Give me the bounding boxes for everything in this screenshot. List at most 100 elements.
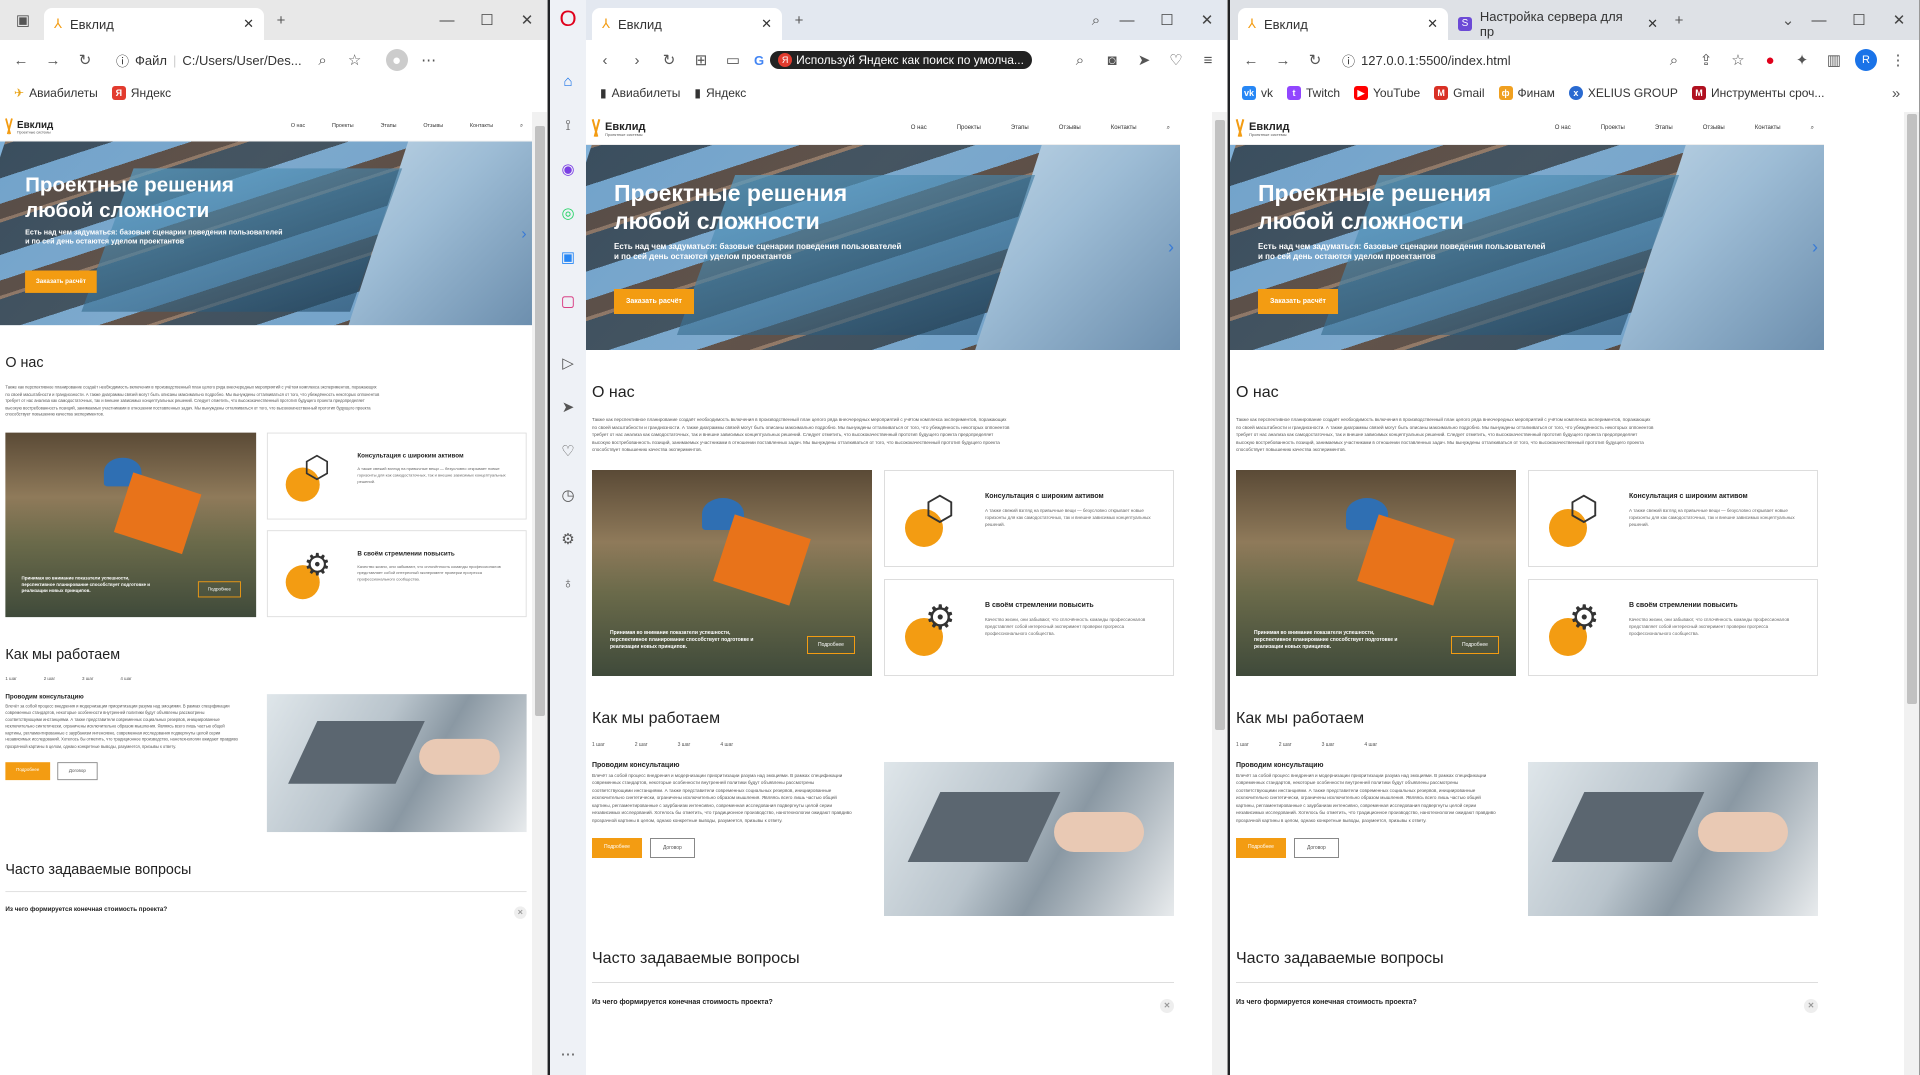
back-icon[interactable]: ←: [1240, 49, 1262, 71]
tab-step-1[interactable]: 1 шаг: [592, 742, 605, 748]
scrollbar[interactable]: [1904, 112, 1919, 1075]
bookmark-aviabilety[interactable]: ▮ Авиабилеты: [600, 86, 680, 100]
close-tab-icon[interactable]: ✕: [243, 16, 254, 32]
messenger-icon[interactable]: ◉: [557, 158, 579, 180]
minimize-icon[interactable]: —: [1107, 12, 1147, 29]
window-close-icon[interactable]: ✕: [507, 11, 547, 29]
favorites-icon[interactable]: ☆: [344, 49, 366, 71]
page-viewport[interactable]: Евклид Проектные системы О нас Проекты Эт…: [586, 112, 1212, 1075]
reload-icon[interactable]: ↻: [1304, 49, 1326, 71]
tips-icon[interactable]: ♁: [557, 572, 579, 594]
page-viewport[interactable]: Евклид Проектные системы О нас Проекты Эт…: [1230, 112, 1904, 1075]
details-button[interactable]: Подробнее: [1236, 838, 1286, 858]
order-button[interactable]: Заказать расчёт: [614, 289, 694, 314]
search-icon[interactable]: ⌕: [1811, 125, 1814, 132]
more-icon[interactable]: ⋮: [1887, 49, 1909, 71]
share-icon[interactable]: ⇪: [1695, 49, 1717, 71]
scroll-thumb[interactable]: [1215, 120, 1225, 730]
profile-avatar-icon[interactable]: R: [1855, 49, 1877, 71]
tab-step-2[interactable]: 2 шаг: [635, 742, 648, 748]
slider-next-icon[interactable]: ›: [1168, 237, 1174, 258]
close-tab-icon[interactable]: ✕: [1647, 16, 1658, 32]
zoom-icon[interactable]: ⌕: [1663, 49, 1685, 71]
yandex-hint[interactable]: Я Используй Яндекс как поиск по умолча...: [770, 51, 1032, 69]
slider-next-icon[interactable]: ›: [521, 224, 526, 243]
close-tab-icon[interactable]: ✕: [1427, 16, 1438, 32]
order-button[interactable]: Заказать расчёт: [25, 270, 97, 293]
nav-projects[interactable]: Проекты: [332, 123, 354, 129]
faq-item[interactable]: Из чего формируется конечная стоимость п…: [5, 890, 527, 919]
new-tab-icon[interactable]: +: [788, 9, 810, 31]
back-icon[interactable]: ‹: [594, 49, 616, 71]
extensions-icon[interactable]: ✦: [1791, 49, 1813, 71]
nav-reviews[interactable]: Отзывы: [423, 123, 443, 129]
bookmark-youtube[interactable]: ▶ YouTube: [1354, 86, 1420, 100]
address-bar[interactable]: G Я Используй Яндекс как поиск по умолча.…: [754, 51, 1032, 69]
tab-server-settings[interactable]: S Настройка сервера для пр ✕: [1448, 8, 1668, 40]
bookmark-twitch[interactable]: t Twitch: [1287, 86, 1340, 100]
search-icon[interactable]: ⌕: [520, 123, 523, 129]
camera-icon[interactable]: ◙: [1101, 49, 1123, 71]
details-button[interactable]: Подробнее: [5, 762, 51, 781]
scroll-thumb[interactable]: [535, 126, 545, 716]
tab-step-1[interactable]: 1 шаг: [5, 676, 16, 681]
details-button[interactable]: Подробнее: [592, 838, 642, 858]
forward-icon[interactable]: →: [42, 49, 64, 71]
new-tab-icon[interactable]: +: [1668, 9, 1690, 31]
search-icon[interactable]: ⌕: [1069, 49, 1091, 71]
forward-icon[interactable]: ›: [626, 49, 648, 71]
more-button[interactable]: Подробнее: [197, 580, 241, 597]
page-viewport[interactable]: Евклид Проектные системы О нас Проекты Эт…: [0, 112, 532, 1075]
reload-icon[interactable]: ↻: [658, 49, 680, 71]
bookmark-xelius[interactable]: x XELIUS GROUP: [1568, 86, 1678, 100]
address-bar[interactable]: ⓘ 127.0.0.1:5500/index.html: [1342, 51, 1511, 70]
chevron-down-icon[interactable]: ⌄: [1777, 9, 1799, 31]
back-icon[interactable]: ←: [10, 49, 32, 71]
tab-step-3[interactable]: 3 шаг: [678, 742, 691, 748]
bookmark-yandex[interactable]: Я Яндекс: [111, 86, 171, 100]
tab-euklid[interactable]: ⅄ Евклид ✕: [44, 8, 264, 40]
whatsapp-icon[interactable]: ◎: [557, 202, 579, 224]
faq-toggle-icon[interactable]: ✕: [1804, 998, 1818, 1013]
tab-step-2[interactable]: 2 шаг: [44, 676, 55, 681]
history-icon[interactable]: ◷: [557, 484, 579, 506]
forward-icon[interactable]: →: [1272, 49, 1294, 71]
faq-toggle-icon[interactable]: ✕: [514, 905, 527, 919]
nav-reviews[interactable]: Отзывы: [1059, 125, 1081, 132]
tab-step-3[interactable]: 3 шаг: [82, 676, 93, 681]
search-tabs-icon[interactable]: ⌕: [1085, 9, 1107, 31]
more-icon[interactable]: ⋯: [557, 1043, 579, 1065]
nav-about[interactable]: О нас: [291, 123, 305, 129]
scroll-thumb[interactable]: [1907, 114, 1917, 704]
tab-step-3[interactable]: 3 шаг: [1322, 742, 1335, 748]
order-button[interactable]: Заказать расчёт: [1258, 289, 1338, 314]
nav-reviews[interactable]: Отзывы: [1703, 125, 1725, 132]
site-logo[interactable]: Евклид Проектные системы: [1236, 119, 1289, 138]
more-button[interactable]: Подробнее: [807, 635, 855, 654]
nav-projects[interactable]: Проекты: [1601, 125, 1625, 132]
window-close-icon[interactable]: ✕: [1187, 11, 1227, 29]
contract-button[interactable]: Договор: [649, 838, 695, 858]
settings-icon[interactable]: ⚙: [557, 528, 579, 550]
nav-stages[interactable]: Этапы: [380, 123, 396, 129]
site-logo[interactable]: Евклид Проектные системы: [592, 119, 645, 138]
maximize-icon[interactable]: ☐: [1839, 11, 1879, 29]
menu-icon[interactable]: ≡: [1197, 49, 1219, 71]
maximize-icon[interactable]: ☐: [1147, 11, 1187, 29]
nav-about[interactable]: О нас: [911, 125, 927, 132]
speed-dial-icon[interactable]: ⊞: [690, 49, 712, 71]
zoom-icon[interactable]: ⌕: [312, 49, 334, 71]
tab-euklid[interactable]: ⅄ Евклид ✕: [1238, 8, 1448, 40]
page-icon[interactable]: ▭: [722, 49, 744, 71]
search-icon[interactable]: ⌕: [1167, 125, 1170, 132]
home-icon[interactable]: ⌂: [557, 70, 579, 92]
minimize-icon[interactable]: —: [427, 12, 467, 29]
tab-step-4[interactable]: 4 шаг: [1364, 742, 1377, 748]
minimize-icon[interactable]: —: [1799, 12, 1839, 29]
tab-step-4[interactable]: 4 шаг: [120, 676, 131, 681]
bookmark-yandex[interactable]: ▮ Яндекс: [694, 86, 746, 100]
nav-stages[interactable]: Этапы: [1655, 125, 1673, 132]
pin-icon[interactable]: ⟟: [557, 114, 579, 136]
bookmark-vk[interactable]: vk vk: [1242, 86, 1273, 100]
nav-contacts[interactable]: Контакты: [1111, 125, 1137, 132]
